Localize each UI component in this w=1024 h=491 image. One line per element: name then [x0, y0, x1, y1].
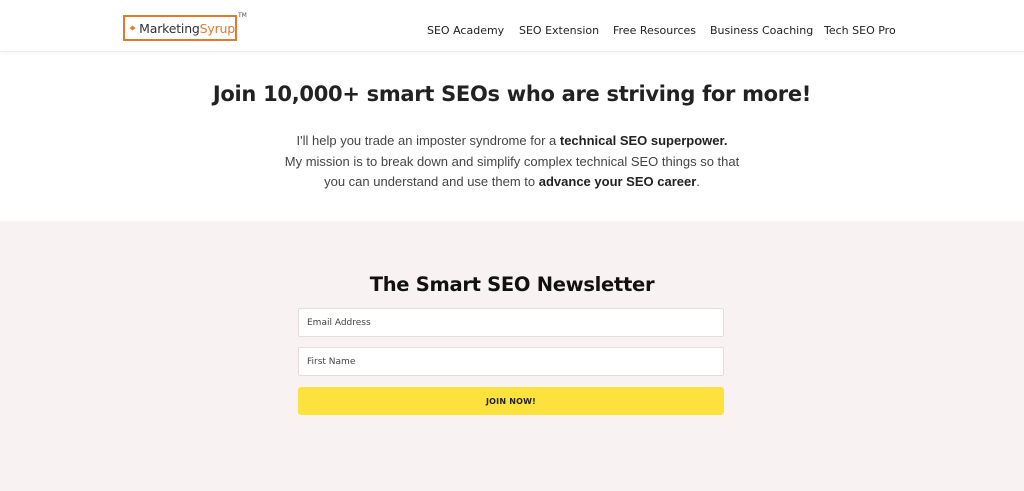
hero-line-3: you can understand and use them to advan…	[324, 174, 700, 189]
newsletter-section: The Smart SEO Newsletter JOIN NOW!	[0, 221, 1024, 491]
nav-item-seo-academy[interactable]: SEO Academy	[427, 24, 504, 37]
nav-item-business-coaching[interactable]: Business Coaching	[710, 24, 813, 37]
hero-line-2: My mission is to break down and simplify…	[284, 153, 740, 169]
nav-item-free-resources[interactable]: Free Resources	[613, 24, 696, 37]
main-nav: SEO Academy SEO Extension Free Resources…	[0, 24, 1024, 40]
nav-item-tech-seo-pro[interactable]: Tech SEO Pro	[824, 24, 896, 37]
hero-description: I'll help you trade an imposter syndrome…	[0, 131, 1024, 193]
join-now-button[interactable]: JOIN NOW!	[298, 387, 724, 415]
site-header: MarketingSyrup TM SEO Academy SEO Extens…	[0, 0, 1024, 52]
hero-title: Join 10,000+ smart SEOs who are striving…	[212, 82, 812, 106]
email-field[interactable]	[298, 308, 724, 337]
nav-item-seo-extension[interactable]: SEO Extension	[519, 24, 599, 37]
first-name-field[interactable]	[298, 347, 724, 376]
newsletter-title: The Smart SEO Newsletter	[369, 273, 655, 296]
hero-line-1: I'll help you trade an imposter syndrome…	[296, 133, 728, 148]
logo-trademark: TM	[238, 12, 247, 19]
